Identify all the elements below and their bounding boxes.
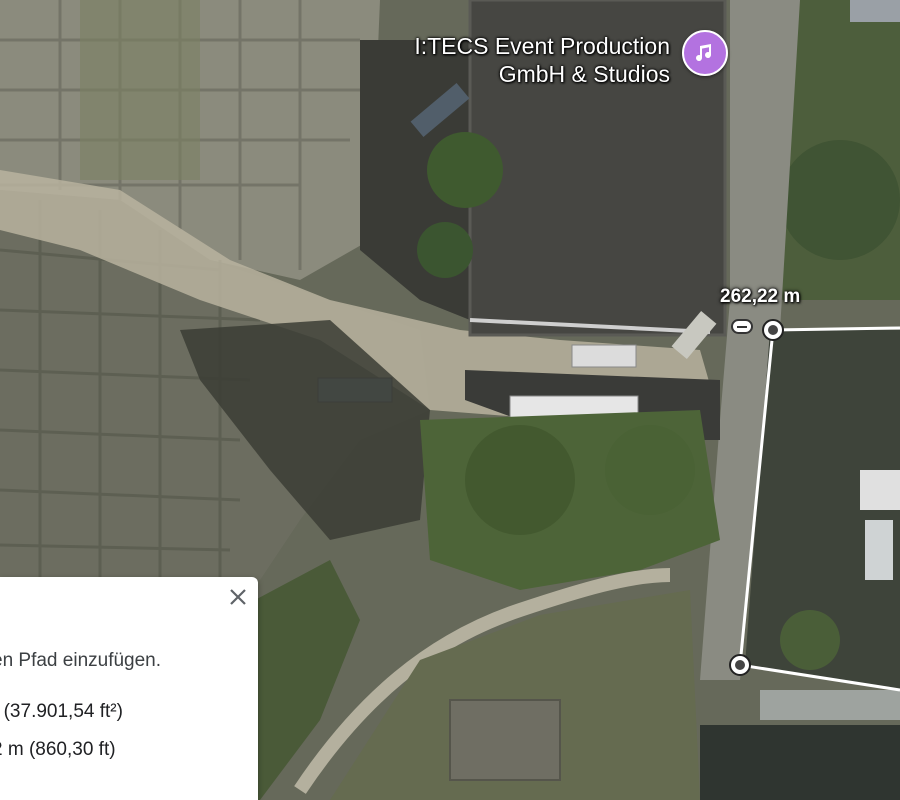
music-note-icon (696, 44, 711, 61)
minus-icon[interactable] (731, 319, 753, 334)
place-label[interactable]: I:TECS Event Production GmbH & Studios (414, 32, 670, 88)
close-icon[interactable] (223, 582, 253, 612)
place-pin[interactable] (682, 30, 728, 76)
total-area-text: ² (37.901,54 ft²) (0, 701, 123, 722)
total-distance-text: 2 m (860,30 ft) (0, 739, 116, 760)
place-name-line2: GmbH & Studios (498, 61, 670, 87)
measure-hint-text: en Pfad einzufügen. (0, 650, 162, 671)
place-name-line1: I:TECS Event Production (414, 33, 670, 59)
measure-panel (0, 577, 258, 800)
segment-distance-label: 262,22 m (720, 286, 801, 307)
